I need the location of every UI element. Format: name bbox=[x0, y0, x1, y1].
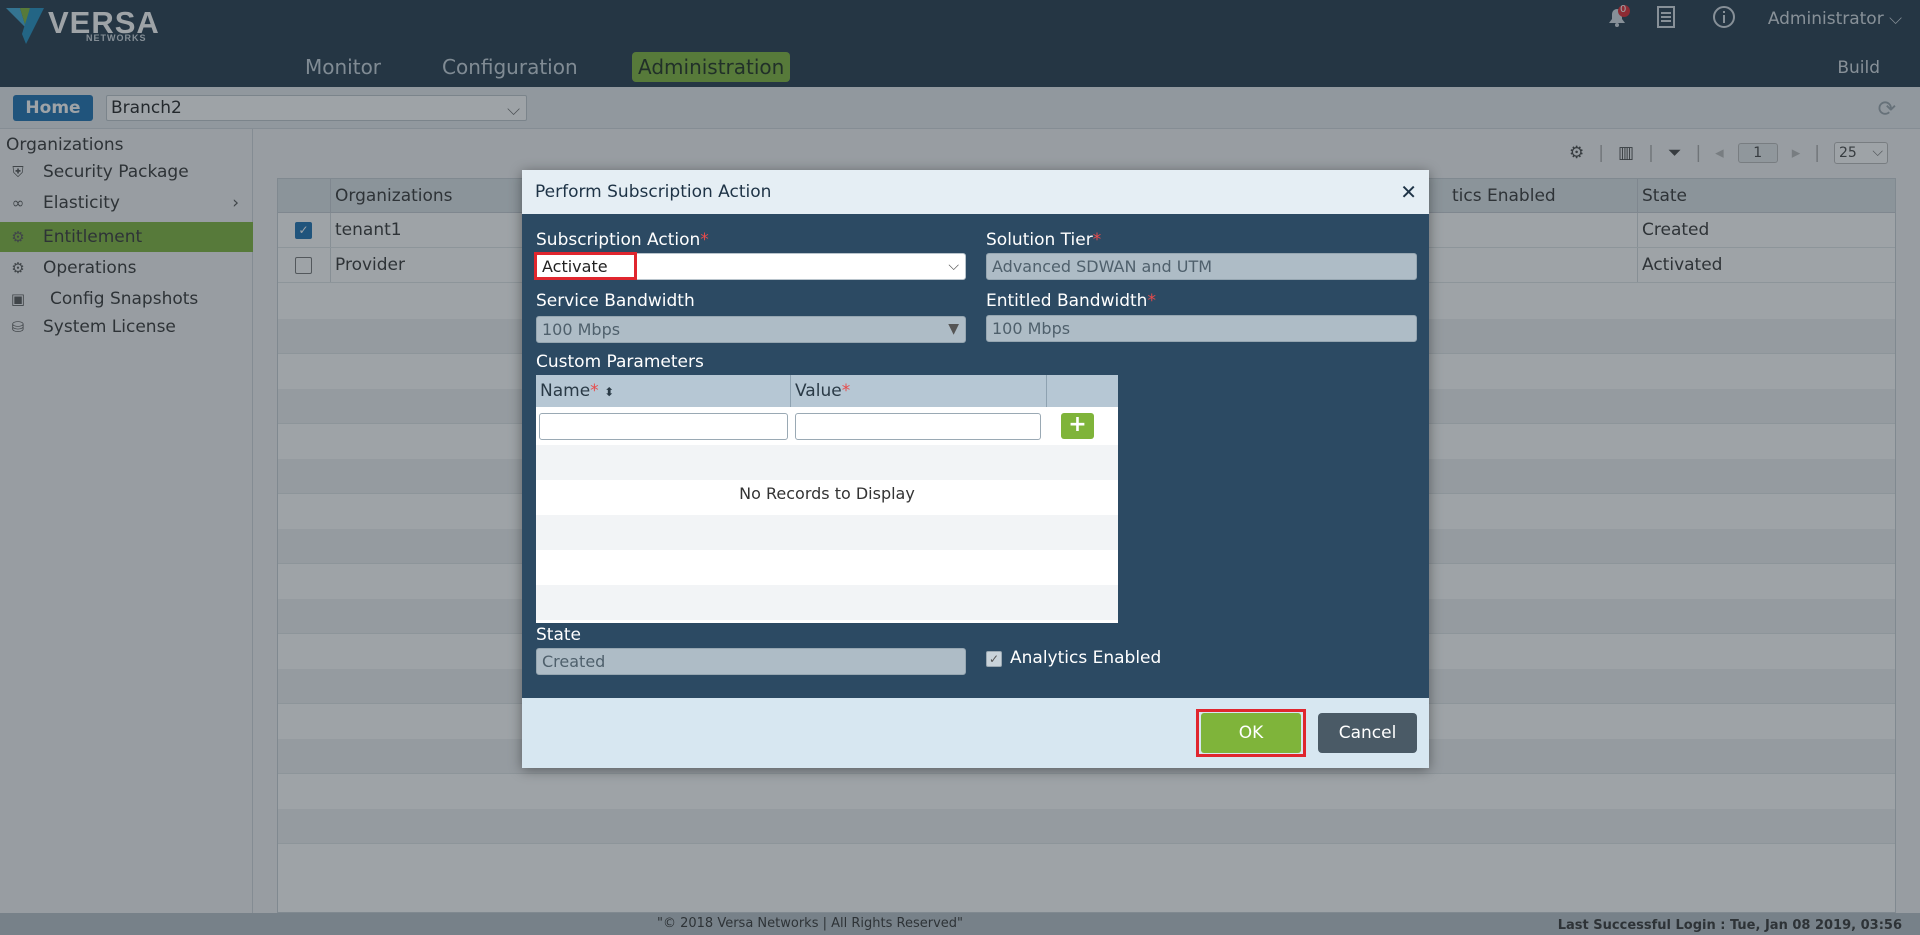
sort-icon[interactable]: ⬍ bbox=[604, 385, 614, 399]
entitled-bandwidth-field: 100 Mbps bbox=[986, 315, 1417, 342]
custom-parameters-header: Name* ⬍ Value* bbox=[536, 375, 1118, 407]
subscription-action-label: Subscription Action* bbox=[536, 230, 709, 250]
empty-row bbox=[536, 445, 1118, 480]
solution-tier-label: Solution Tier* bbox=[986, 230, 1101, 250]
column-header-value-text: Value bbox=[795, 381, 842, 401]
cancel-button[interactable]: Cancel bbox=[1318, 713, 1417, 753]
close-icon[interactable]: ✕ bbox=[1400, 180, 1417, 204]
solution-tier-label-text: Solution Tier bbox=[986, 230, 1093, 250]
highlight-box-activate bbox=[534, 252, 637, 280]
required-marker: * bbox=[700, 230, 709, 250]
column-header-name[interactable]: Name* ⬍ bbox=[536, 375, 791, 407]
caret-down-icon: ▼ bbox=[948, 321, 959, 337]
service-bandwidth-select: 100 Mbps ▼ bbox=[536, 316, 966, 343]
solution-tier-field: Advanced SDWAN and UTM bbox=[986, 253, 1417, 280]
custom-parameters-label: Custom Parameters bbox=[536, 352, 704, 372]
empty-row bbox=[536, 585, 1118, 620]
analytics-checkbox[interactable]: ✓ bbox=[986, 651, 1002, 667]
analytics-enabled-label: Analytics Enabled bbox=[1010, 648, 1162, 668]
dialog-footer: OK Cancel bbox=[522, 698, 1429, 768]
entitled-bandwidth-label: Entitled Bandwidth* bbox=[986, 291, 1156, 311]
required-marker: * bbox=[1147, 291, 1156, 311]
state-label: State bbox=[536, 625, 581, 645]
chevron-down-icon: ⌵ bbox=[948, 258, 959, 274]
highlight-box-ok bbox=[1196, 709, 1306, 757]
required-marker: * bbox=[590, 381, 599, 401]
dialog-header: Perform Subscription Action ✕ bbox=[522, 170, 1429, 214]
state-field: Created bbox=[536, 648, 966, 675]
column-header-value[interactable]: Value* bbox=[791, 375, 1047, 407]
param-value-input[interactable] bbox=[795, 413, 1041, 440]
no-records-message: No Records to Display bbox=[739, 484, 915, 503]
service-bandwidth-label: Service Bandwidth bbox=[536, 291, 695, 311]
dialog-title: Perform Subscription Action bbox=[535, 182, 772, 202]
custom-parameters-table: Name* ⬍ Value* + No Records to Display bbox=[536, 375, 1118, 623]
empty-row bbox=[536, 515, 1118, 550]
subscription-action-dialog: Perform Subscription Action ✕ Subscripti… bbox=[522, 170, 1429, 768]
entitled-bandwidth-label-text: Entitled Bandwidth bbox=[986, 291, 1148, 311]
required-marker: * bbox=[841, 381, 851, 401]
service-bandwidth-value: 100 Mbps bbox=[542, 320, 621, 339]
column-header-name-text: Name bbox=[540, 381, 591, 401]
required-marker: * bbox=[1092, 230, 1102, 250]
subscription-action-label-text: Subscription Action bbox=[536, 230, 701, 250]
param-name-input[interactable] bbox=[539, 413, 788, 440]
add-parameter-button[interactable]: + bbox=[1061, 413, 1094, 439]
